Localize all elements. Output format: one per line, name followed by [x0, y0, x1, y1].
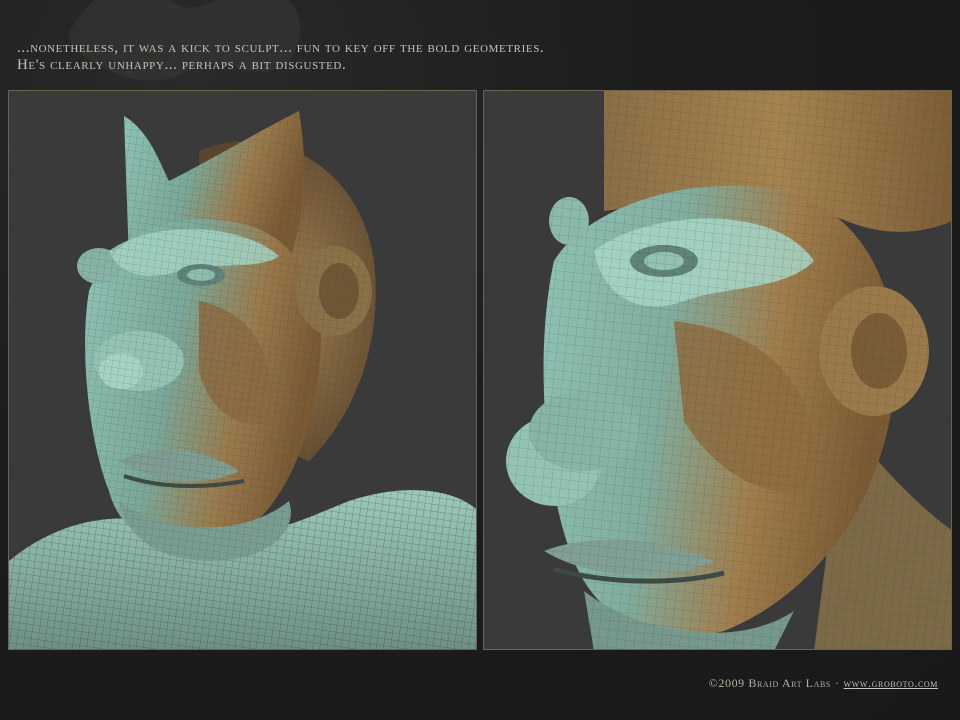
sculpt-view-three-quarter [8, 90, 477, 650]
page: ...nonetheless, it was a kick to sculpt.… [0, 0, 960, 720]
caption-line-2: He's clearly unhappy... perhaps a bit di… [17, 57, 347, 73]
sculpt-view-closeup [483, 90, 952, 650]
footer-separator: · [834, 676, 840, 690]
footer: ©2009 Braid Art Labs · www.groboto.com [709, 676, 938, 691]
sculpt-head-image-left [9, 91, 476, 649]
sculpt-head-image-right [484, 91, 951, 649]
caption: ...nonetheless, it was a kick to sculpt.… [17, 40, 917, 74]
copyright-text: ©2009 Braid Art Labs [708, 676, 831, 690]
caption-line-1: ...nonetheless, it was a kick to sculpt.… [17, 40, 545, 56]
website-link[interactable]: www.groboto.com [844, 676, 938, 690]
